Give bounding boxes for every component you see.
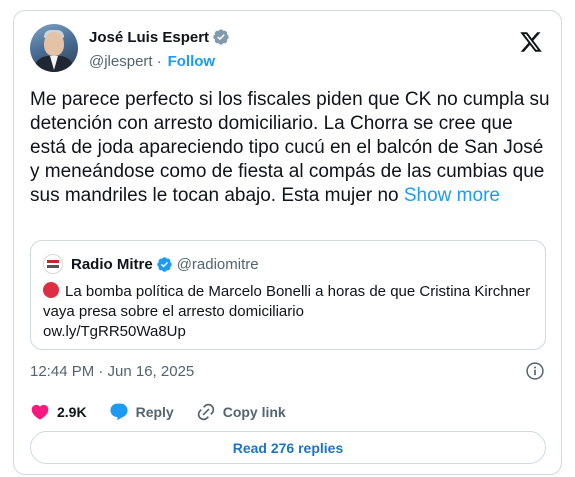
quoted-tweet[interactable]: Radio Mitre @radiomitre La bomba polític…	[30, 240, 546, 350]
heart-icon	[31, 404, 49, 420]
red-circle-emoji	[43, 282, 59, 298]
timestamp-row: 12:44 PM · Jun 16, 2025	[30, 361, 545, 381]
like-count: 2.9K	[57, 404, 87, 420]
reply-label: Reply	[135, 404, 174, 420]
verified-badge-icon	[156, 256, 172, 272]
quoted-tweet-text: La bomba política de Marcelo Bonelli a h…	[43, 282, 535, 342]
author-name[interactable]: José Luis Espert	[89, 29, 209, 46]
tweet-header: José Luis Espert @jlespert · Follow	[30, 24, 545, 74]
tweet-card: José Luis Espert @jlespert · Follow Me p…	[13, 10, 562, 475]
copy-link-label: Copy link	[222, 404, 286, 420]
quoted-author-name: Radio Mitre	[71, 255, 153, 273]
follow-button[interactable]: Follow	[168, 53, 216, 70]
copy-link-button[interactable]: Copy link	[196, 402, 286, 422]
avatar[interactable]	[30, 24, 78, 72]
quoted-author-handle: @radiomitre	[176, 255, 259, 273]
tweet-text: Me parece perfecto si los fiscales piden…	[30, 88, 550, 208]
quoted-text: La bomba política de Marcelo Bonelli a h…	[43, 283, 531, 320]
verified-badge-icon	[213, 29, 229, 45]
like-button[interactable]: 2.9K	[30, 402, 87, 422]
timestamp[interactable]: 12:44 PM · Jun 16, 2025	[30, 363, 194, 380]
separator-dot: ·	[156, 52, 162, 70]
x-logo-icon[interactable]	[519, 30, 543, 54]
read-replies-label: Read 276 replies	[232, 439, 344, 456]
info-icon[interactable]	[525, 361, 545, 381]
reply-button[interactable]: Reply	[109, 402, 174, 422]
quoted-link: ow.ly/TgRR50Wa8Up	[43, 323, 186, 340]
quoted-avatar	[43, 254, 63, 274]
link-icon	[197, 403, 214, 421]
action-bar: 2.9K Reply Copy link	[30, 400, 308, 424]
read-replies-button[interactable]: Read 276 replies	[30, 431, 546, 464]
author-handle[interactable]: @jlespert	[89, 53, 153, 70]
show-more-link[interactable]: Show more	[404, 185, 500, 206]
author-block: José Luis Espert @jlespert · Follow	[89, 27, 230, 71]
reply-bubble-icon	[110, 403, 128, 421]
quoted-tweet-header: Radio Mitre @radiomitre	[43, 254, 259, 274]
